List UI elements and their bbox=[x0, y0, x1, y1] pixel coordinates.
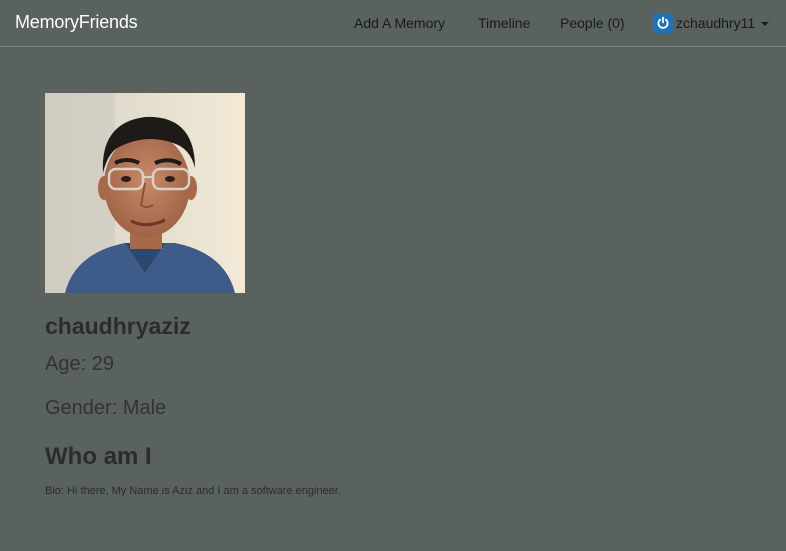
profile-photo bbox=[45, 93, 245, 293]
profile-gender: Gender: Male bbox=[45, 397, 167, 419]
navbar: MemoryFriends Add A Memory Timeline Peop… bbox=[0, 0, 786, 47]
user-menu-username: zchaudhry11 bbox=[676, 15, 756, 31]
power-icon bbox=[653, 13, 673, 33]
brand-logo-link[interactable]: MemoryFriends bbox=[15, 12, 138, 33]
profile-bio: Bio: Hi there, My Name is Aziz and I am … bbox=[45, 485, 341, 497]
user-menu-dropdown[interactable]: zchaudhry11 bbox=[653, 12, 770, 34]
nav-add-memory[interactable]: Add A Memory bbox=[354, 15, 445, 31]
about-heading: Who am I bbox=[45, 443, 152, 470]
profile-username: chaudhryaziz bbox=[45, 313, 191, 339]
nav-people[interactable]: People (0) bbox=[560, 15, 625, 31]
profile-age: Age: 29 bbox=[45, 353, 114, 375]
nav-timeline[interactable]: Timeline bbox=[478, 15, 530, 31]
caret-down-icon bbox=[761, 22, 770, 26]
